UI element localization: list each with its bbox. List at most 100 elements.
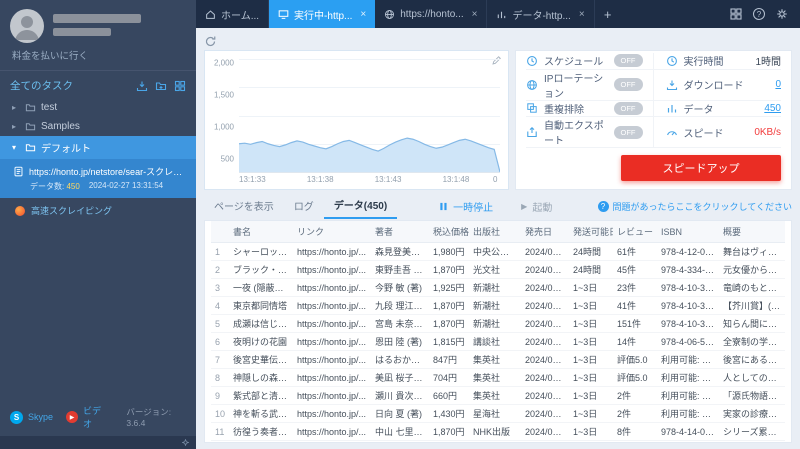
dedupe-toggle[interactable]: OFF xyxy=(613,101,643,115)
column-header[interactable]: 著者 xyxy=(371,221,429,243)
gear-icon[interactable] xyxy=(776,8,788,20)
table-cell: 瀬川 貴次 (著) xyxy=(371,386,429,405)
runtime-value: 1時間 xyxy=(755,57,781,69)
table-row[interactable]: 5成瀬は信じた道...https://honto.jp/...宮島 未奈 (著)… xyxy=(211,314,785,333)
new-tab-button[interactable]: + xyxy=(595,0,621,28)
task-page-icon xyxy=(13,166,24,177)
version-label: バージョン: 3.6.4 xyxy=(126,407,172,428)
settings-small-icon[interactable] xyxy=(181,438,190,447)
column-header[interactable]: レビュー xyxy=(613,221,657,243)
status-label: スピード xyxy=(683,128,724,140)
new-folder-icon[interactable] xyxy=(155,80,167,92)
column-header[interactable]: リンク xyxy=(293,221,371,243)
column-header[interactable]: 書名 xyxy=(229,221,293,243)
table-cell: 2024/01/17 xyxy=(521,296,569,315)
row-number-cell: 7 xyxy=(211,350,229,369)
close-tab-icon[interactable]: × xyxy=(360,9,366,20)
sidebar: 料金を払いに行く 全てのタスク ▸ test ▸ Samples ▾ デフォルト xyxy=(0,0,196,449)
table-row[interactable]: 2ブラック・ショ...https://honto.jp/...東野圭吾 (著)1… xyxy=(211,260,785,279)
sidebar-bottom-strip xyxy=(0,436,196,449)
column-header[interactable]: 概要 xyxy=(719,221,785,243)
sidebar-folder-test[interactable]: ▸ test xyxy=(0,98,196,117)
avatar[interactable] xyxy=(10,9,44,43)
schedule-toggle[interactable]: OFF xyxy=(613,54,643,68)
table-row[interactable]: 7後宮史華伝 すべ...https://honto.jp/...はるおかりの (… xyxy=(211,350,785,369)
column-header[interactable]: 税込価格 xyxy=(429,221,469,243)
tab-data[interactable]: データ-http... × xyxy=(487,0,595,28)
pause-icon xyxy=(440,202,447,210)
refresh-icon[interactable] xyxy=(204,35,217,48)
row-number-cell: 9 xyxy=(211,386,229,405)
caret-collapsed-icon[interactable]: ▸ xyxy=(12,122,20,131)
table-row[interactable]: 10 神を斬る武士... https://honto.jp/... 日向 夏 (著) 1… xyxy=(211,404,785,423)
fast-scraping-mode[interactable]: 高速スクレイピング xyxy=(0,198,196,223)
sidebar-folder-samples[interactable]: ▸ Samples xyxy=(0,117,196,136)
data-count[interactable]: 450 xyxy=(764,103,781,114)
tab-home[interactable]: ホーム... xyxy=(196,0,270,28)
start-button[interactable]: ▶ 起動 xyxy=(521,199,552,214)
download-count[interactable]: 0 xyxy=(775,79,781,90)
close-tab-icon[interactable]: × xyxy=(579,9,585,20)
table-cell: 978-4-334-101... xyxy=(657,260,719,279)
layout-grid-icon[interactable] xyxy=(730,8,742,20)
view-toggle-icon[interactable] xyxy=(174,80,186,92)
video-link[interactable]: ビデオ xyxy=(83,404,107,430)
table-row[interactable]: 4 東京都同情塔 https://honto.jp/... 九段 理江 (著) 1,87… xyxy=(211,296,785,315)
import-task-icon[interactable] xyxy=(136,80,148,92)
table-cell: 九段 理江 (著) xyxy=(371,296,429,315)
table-cell: はるおかりの (著) xyxy=(371,350,429,369)
table-cell: 光文社 xyxy=(469,260,521,279)
table-row[interactable]: 8 神隠しの森 9... https://honto.jp/... 美凪 桜子 (著)… xyxy=(211,368,785,387)
table-cell: 中央公論新社 xyxy=(469,242,521,261)
table-row[interactable]: 6 夜明けの花園 https://honto.jp/... 恩田 陸 (著) 1,815… xyxy=(211,332,785,351)
table-cell: https://honto.jp/... xyxy=(293,332,371,351)
table-cell: 知らん間に少し... xyxy=(719,314,785,333)
y-tick-label: 2,000 xyxy=(213,58,234,68)
task-item[interactable]: https://honto.jp/netstore/sear-スクレイピング デ… xyxy=(0,159,196,198)
table-cell: 151件 xyxy=(613,314,657,333)
caret-expanded-icon[interactable]: ▾ xyxy=(12,143,20,152)
table-cell: 全寮制の学園で... xyxy=(719,332,785,351)
speedup-button[interactable]: スピードアップ xyxy=(621,155,781,181)
pay-link[interactable]: 料金を払いに行く xyxy=(0,45,196,70)
ip-rotation-toggle[interactable]: OFF xyxy=(613,78,643,91)
auto-export-toggle[interactable]: OFF xyxy=(613,125,643,139)
folder-label: Samples xyxy=(41,121,80,132)
row-number-header xyxy=(211,221,229,243)
skype-link[interactable]: Skype xyxy=(28,412,53,422)
column-header[interactable]: 出版社 xyxy=(469,221,521,243)
table-cell: https://honto.jp/... xyxy=(293,296,371,315)
table-cell: 東京都同情塔 xyxy=(229,296,293,315)
table-cell: 集英社 xyxy=(469,386,521,405)
table-row[interactable]: 3一夜 (隠蔽捜査...https://honto.jp/...今野 敏 (著)… xyxy=(211,278,785,297)
pause-button[interactable]: 一時停止 xyxy=(439,199,493,214)
row-number-cell: 4 xyxy=(211,296,229,315)
tab-data-view[interactable]: データ(450) xyxy=(323,193,398,219)
table-cell: 2024/01/26 xyxy=(521,404,569,423)
column-header[interactable]: 発送可能日 xyxy=(569,221,613,243)
table-cell: 東野圭吾 (著) xyxy=(371,260,429,279)
table-cell: 41件 xyxy=(613,296,657,315)
video-icon[interactable]: ▶ xyxy=(66,411,79,423)
table-row[interactable]: 11 彷徨う奏者たち https://honto.jp/... 中山 七里 (著) 1,… xyxy=(211,422,785,441)
tab-running-task[interactable]: 実行中-http... × xyxy=(269,0,376,28)
table-cell: 2024/01/18 xyxy=(521,350,569,369)
speed-chart-card: 2,000 1,500 1,000 500 13:1:33 13:1:38 13:1:43… xyxy=(204,50,509,190)
tab-show-page[interactable]: ページを表示 xyxy=(204,194,284,218)
tab-log[interactable]: ログ xyxy=(284,194,324,218)
table-row[interactable]: 1シャーロック・...https://honto.jp/...森見登美彦 (著)… xyxy=(211,242,785,261)
row-number-cell: 8 xyxy=(211,368,229,387)
column-header[interactable]: 発売日 xyxy=(521,221,569,243)
skype-icon[interactable]: S xyxy=(10,410,23,424)
problem-help-link[interactable]: ? 問題があったらここをクリックしてください xyxy=(597,200,792,213)
close-tab-icon[interactable]: × xyxy=(472,9,478,20)
data-bars-icon xyxy=(498,11,506,18)
caret-collapsed-icon[interactable]: ▸ xyxy=(12,103,20,112)
column-header[interactable]: ISBN xyxy=(657,221,719,243)
table-row[interactable]: 9紫式部と清少納...https://honto.jp/...瀬川 貴次 (著)… xyxy=(211,386,785,405)
table-cell: 1~3日 xyxy=(569,404,613,423)
content-area: 2,000 1,500 1,000 500 13:1:33 13:1:38 13:1:43… xyxy=(196,28,800,449)
sidebar-folder-default[interactable]: ▾ デフォルト xyxy=(0,136,196,159)
tab-browser[interactable]: https://honto... × xyxy=(375,0,488,28)
help-icon[interactable]: ? xyxy=(753,8,765,20)
